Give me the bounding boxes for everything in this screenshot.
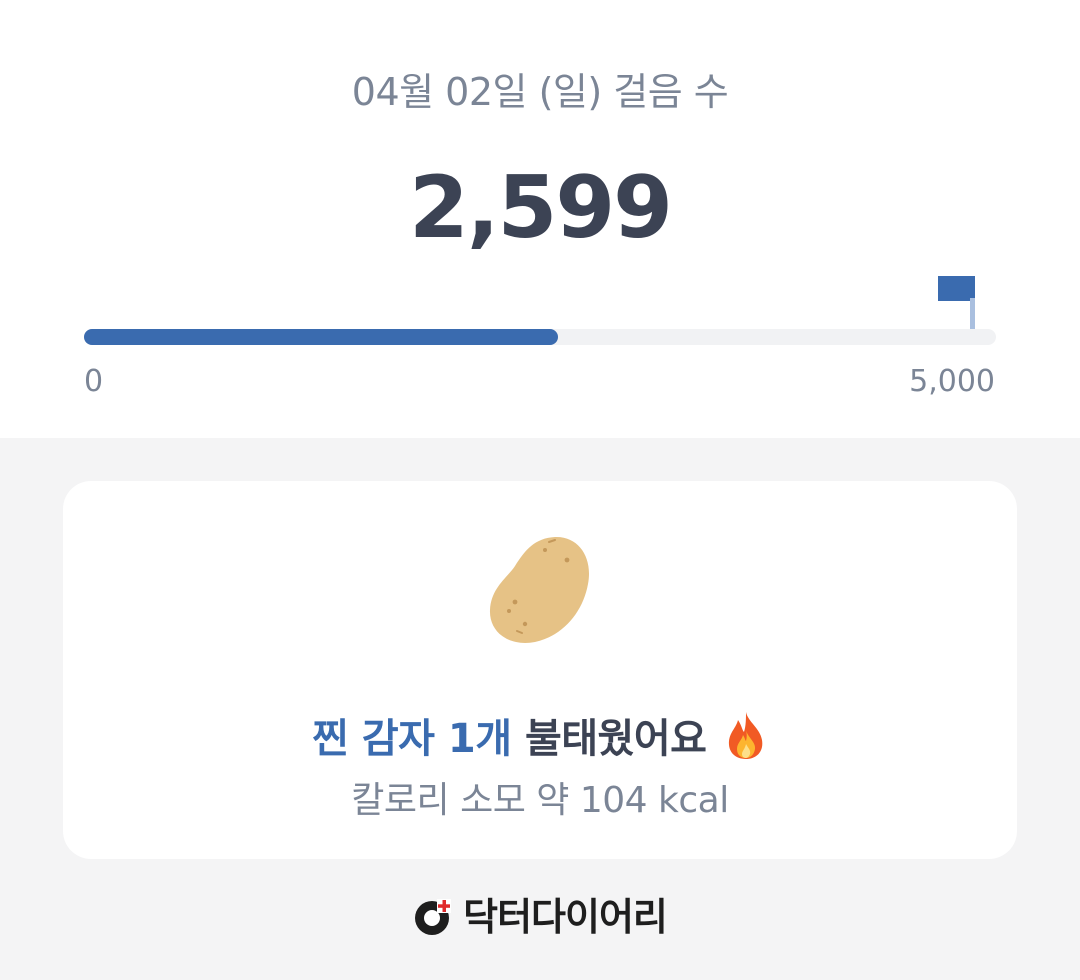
brand-name: 닥터다이어리 [463, 895, 668, 939]
goal-flag-icon [938, 276, 975, 330]
headline-suffix: 불태웠어요 [511, 716, 720, 762]
step-progress-bar [84, 329, 996, 345]
step-summary-panel: 04월 02일 (일) 걸음 수 2,599 0 5,000 [0, 0, 1080, 438]
step-count: 2,599 [408, 158, 673, 258]
step-progress-fill [84, 329, 559, 345]
progress-min-label: 0 [84, 364, 104, 399]
fire-icon [728, 712, 763, 759]
calorie-headline: 찐 감자 1개 불태웠어요 [0, 710, 1080, 767]
calorie-detail: 칼로리 소모 약 104 kcal [351, 780, 729, 821]
date-label: 04월 02일 (일) 걸음 수 [351, 70, 729, 114]
potato-icon [489, 536, 590, 643]
progress-max-label: 5,000 [909, 364, 995, 399]
doctor-diary-logo-icon [415, 899, 452, 935]
food-equivalent: 찐 감자 1개 [312, 716, 512, 762]
brand-footer: 닥터다이어리 [0, 892, 1080, 948]
